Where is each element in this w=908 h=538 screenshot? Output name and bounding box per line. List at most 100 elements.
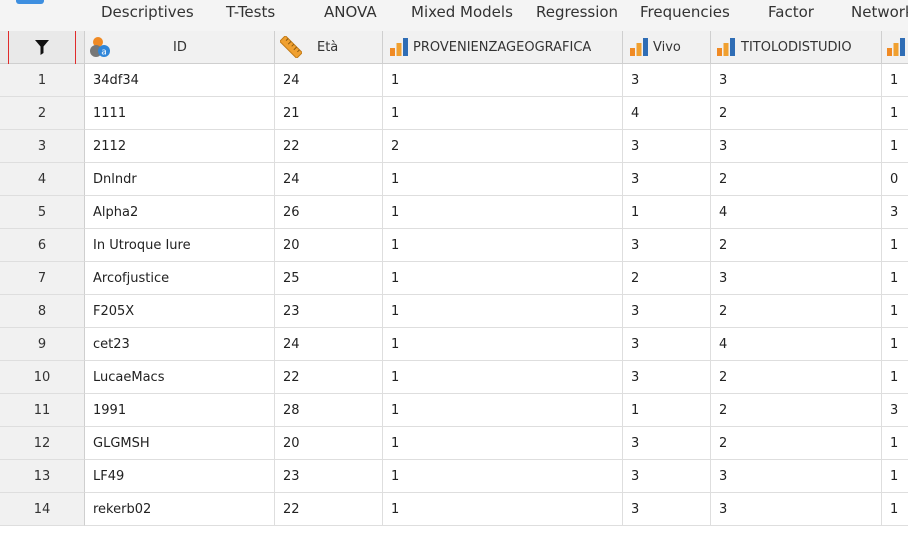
table-row[interactable]: 11 1991 28 1 1 2 3 xyxy=(0,394,908,427)
table-cell[interactable]: 2 xyxy=(623,262,711,295)
table-row[interactable]: 14 rekerb02 22 1 3 3 1 xyxy=(0,493,908,526)
table-cell[interactable]: 3 xyxy=(711,64,882,97)
table-cell[interactable]: 1 xyxy=(882,328,908,361)
table-cell[interactable]: 1 xyxy=(882,295,908,328)
table-cell[interactable]: 1 xyxy=(383,361,623,394)
table-cell[interactable]: 2112 xyxy=(85,130,275,163)
row-number[interactable]: 7 xyxy=(0,262,85,295)
menu-anova[interactable]: ANOVA xyxy=(324,3,377,21)
table-cell[interactable]: 4 xyxy=(623,97,711,130)
table-cell[interactable]: 1 xyxy=(383,163,623,196)
table-cell[interactable]: 28 xyxy=(275,394,383,427)
table-row[interactable]: 2 1111 21 1 4 2 1 xyxy=(0,97,908,130)
table-cell[interactable]: 1 xyxy=(383,394,623,427)
menu-descriptives[interactable]: Descriptives xyxy=(101,3,194,21)
table-row[interactable]: 7 Arcofjustice 25 1 2 3 1 xyxy=(0,262,908,295)
table-cell[interactable]: 3 xyxy=(623,328,711,361)
table-cell[interactable]: 4 xyxy=(711,328,882,361)
row-number[interactable]: 6 xyxy=(0,229,85,262)
row-number[interactable]: 8 xyxy=(0,295,85,328)
table-row[interactable]: 8 F205X 23 1 3 2 1 xyxy=(0,295,908,328)
table-cell[interactable]: 2 xyxy=(711,427,882,460)
column-header-id[interactable]: a ID xyxy=(85,31,275,64)
row-number[interactable]: 11 xyxy=(0,394,85,427)
menu-regression[interactable]: Regression xyxy=(536,3,618,21)
row-number[interactable]: 5 xyxy=(0,196,85,229)
table-row[interactable]: 4 Dnlndr 24 1 3 2 0 xyxy=(0,163,908,196)
table-cell[interactable]: 2 xyxy=(383,130,623,163)
table-row[interactable]: 3 2112 22 2 3 3 1 xyxy=(0,130,908,163)
table-cell[interactable]: 1 xyxy=(383,196,623,229)
table-row[interactable]: 12 GLGMSH 20 1 3 2 1 xyxy=(0,427,908,460)
table-cell[interactable]: 1 xyxy=(882,460,908,493)
row-number[interactable]: 2 xyxy=(0,97,85,130)
table-cell[interactable]: 1 xyxy=(383,328,623,361)
table-cell[interactable]: 26 xyxy=(275,196,383,229)
table-cell[interactable]: 3 xyxy=(623,361,711,394)
row-number[interactable]: 14 xyxy=(0,493,85,526)
table-cell[interactable]: 2 xyxy=(711,361,882,394)
table-cell[interactable]: 22 xyxy=(275,493,383,526)
row-number[interactable]: 12 xyxy=(0,427,85,460)
table-row[interactable]: 10 LucaeMacs 22 1 3 2 1 xyxy=(0,361,908,394)
table-cell[interactable]: rekerb02 xyxy=(85,493,275,526)
table-cell[interactable]: 1 xyxy=(383,64,623,97)
column-header-next[interactable] xyxy=(882,31,908,64)
menu-t-tests[interactable]: T-Tests xyxy=(226,3,275,21)
column-header-titolodistudio[interactable]: TITOLODISTUDIO xyxy=(711,31,882,64)
table-cell[interactable]: 4 xyxy=(711,196,882,229)
table-cell[interactable]: 3 xyxy=(623,493,711,526)
menu-mixed-models[interactable]: Mixed Models xyxy=(411,3,513,21)
table-cell[interactable]: 3 xyxy=(882,394,908,427)
table-cell[interactable]: 1 xyxy=(383,229,623,262)
row-number[interactable]: 1 xyxy=(0,64,85,97)
table-cell[interactable]: cet23 xyxy=(85,328,275,361)
table-cell[interactable]: 3 xyxy=(882,196,908,229)
table-cell[interactable]: 2 xyxy=(711,163,882,196)
table-cell[interactable]: 2 xyxy=(711,229,882,262)
menu-frequencies[interactable]: Frequencies xyxy=(640,3,730,21)
table-cell[interactable]: 1 xyxy=(383,460,623,493)
table-cell[interactable]: 1991 xyxy=(85,394,275,427)
table-cell[interactable]: 24 xyxy=(275,328,383,361)
table-row[interactable]: 6 In Utroque Iure 20 1 3 2 1 xyxy=(0,229,908,262)
table-cell[interactable]: In Utroque Iure xyxy=(85,229,275,262)
table-cell[interactable]: 22 xyxy=(275,361,383,394)
table-cell[interactable]: 1 xyxy=(383,493,623,526)
table-cell[interactable]: 1 xyxy=(882,493,908,526)
table-cell[interactable]: 2 xyxy=(711,394,882,427)
table-cell[interactable]: 22 xyxy=(275,130,383,163)
table-cell[interactable]: Dnlndr xyxy=(85,163,275,196)
table-cell[interactable]: 1 xyxy=(623,394,711,427)
table-cell[interactable]: 0 xyxy=(882,163,908,196)
table-cell[interactable]: Alpha2 xyxy=(85,196,275,229)
table-cell[interactable]: 1 xyxy=(882,361,908,394)
table-cell[interactable]: 34df34 xyxy=(85,64,275,97)
table-cell[interactable]: 1 xyxy=(383,427,623,460)
table-cell[interactable]: GLGMSH xyxy=(85,427,275,460)
table-cell[interactable]: 1 xyxy=(882,64,908,97)
table-row[interactable]: 1 34df34 24 1 3 3 1 xyxy=(0,64,908,97)
table-cell[interactable]: 25 xyxy=(275,262,383,295)
row-number[interactable]: 10 xyxy=(0,361,85,394)
table-cell[interactable]: 1 xyxy=(882,97,908,130)
filter-header[interactable] xyxy=(0,31,85,64)
table-cell[interactable]: 3 xyxy=(623,130,711,163)
row-number[interactable]: 3 xyxy=(0,130,85,163)
table-cell[interactable]: 3 xyxy=(711,460,882,493)
table-cell[interactable]: 3 xyxy=(623,229,711,262)
table-cell[interactable]: LucaeMacs xyxy=(85,361,275,394)
table-cell[interactable]: 3 xyxy=(623,460,711,493)
table-cell[interactable]: 2 xyxy=(711,97,882,130)
table-cell[interactable]: 1 xyxy=(882,229,908,262)
table-cell[interactable]: 3 xyxy=(623,295,711,328)
table-row[interactable]: 9 cet23 24 1 3 4 1 xyxy=(0,328,908,361)
table-cell[interactable]: 1 xyxy=(882,262,908,295)
table-cell[interactable]: 20 xyxy=(275,229,383,262)
menu-network[interactable]: Network xyxy=(851,3,908,21)
table-cell[interactable]: 3 xyxy=(623,427,711,460)
table-cell[interactable]: 23 xyxy=(275,295,383,328)
table-cell[interactable]: 20 xyxy=(275,427,383,460)
table-cell[interactable]: 24 xyxy=(275,64,383,97)
table-cell[interactable]: 24 xyxy=(275,163,383,196)
